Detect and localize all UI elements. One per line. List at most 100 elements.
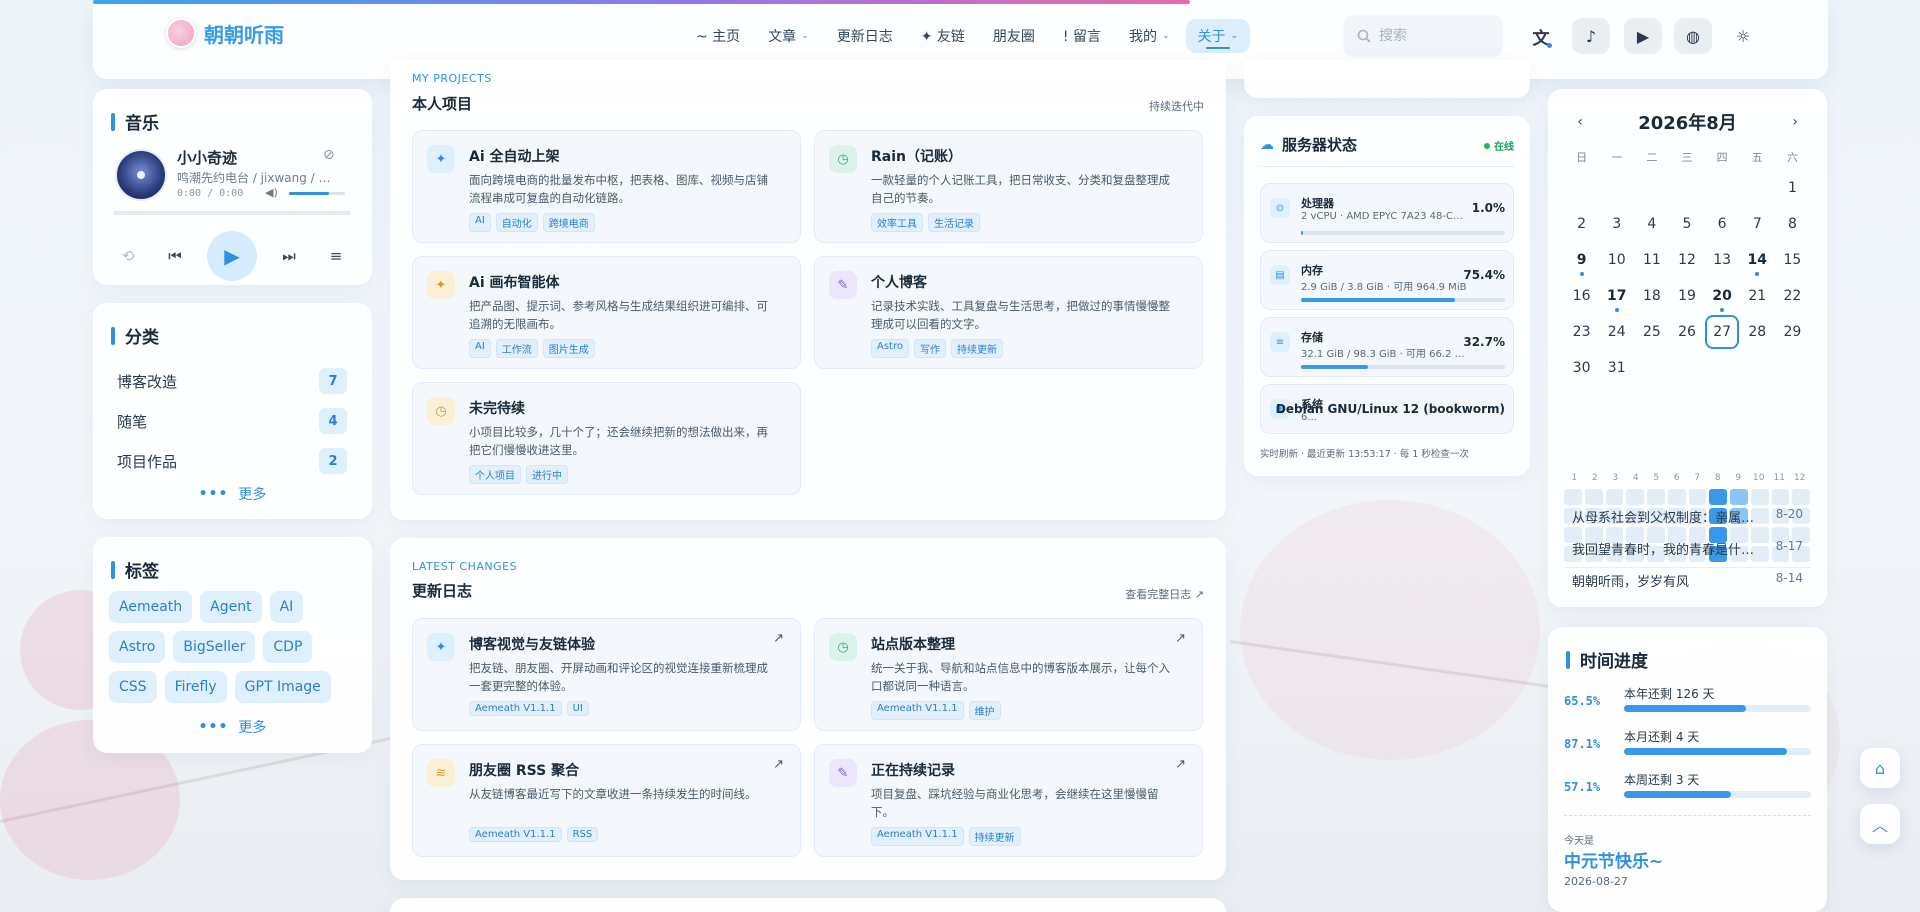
site-logo[interactable]: 朝朝听雨 <box>166 18 284 48</box>
tag-chip[interactable]: Firefly <box>164 671 227 703</box>
calendar-day[interactable]: 26 <box>1669 315 1704 351</box>
search-box[interactable] <box>1343 15 1503 57</box>
tag-chip[interactable]: Agent <box>200 591 262 623</box>
tag-chip[interactable]: BigSeller <box>173 631 256 663</box>
volume-slider[interactable] <box>289 192 345 195</box>
calendar-weekday: 日 <box>1576 151 1588 164</box>
calendar-day[interactable]: 4 <box>1634 207 1669 243</box>
search-input[interactable] <box>1379 28 1479 44</box>
project-tag: 效率工具 <box>871 213 923 232</box>
changelog-entry[interactable]: ✎ 正在持续记录 项目复盘、踩坑经验与商业化思考，会继续在这里慢慢留下。 Aem… <box>814 744 1203 857</box>
project-card[interactable]: ✎ 个人博客 记录技术实践、工具复盘与生活思考，把做过的事情慢慢整理成可以回看的… <box>814 256 1203 369</box>
album-cover[interactable] <box>115 149 167 201</box>
calendar-day[interactable]: 3 <box>1599 207 1634 243</box>
chevron-right-icon[interactable]: › <box>1783 114 1807 130</box>
calendar-day[interactable]: 25 <box>1634 315 1669 351</box>
play-toggle-button[interactable]: ▶ <box>1624 18 1662 54</box>
calendar-day[interactable]: 10 <box>1599 243 1634 279</box>
previous-button[interactable]: ⏮ <box>160 241 190 271</box>
category-item[interactable]: 博客改造 7 <box>117 361 347 401</box>
category-item[interactable]: 随笔 4 <box>117 401 347 441</box>
calendar-day[interactable]: 20 <box>1705 279 1740 315</box>
repeat-button[interactable]: ⟲ <box>113 241 143 271</box>
project-card[interactable]: ◷ Rain（记账） 一款轻量的个人记账工具，把日常收支、分类和复盘整理成自己的… <box>814 130 1203 243</box>
project-tags: Astro 写作 持续更新 <box>871 339 1003 358</box>
play-button[interactable]: ▶ <box>207 231 257 281</box>
calendar-day[interactable]: 11 <box>1634 243 1669 279</box>
more-label: 更多 <box>238 720 267 736</box>
nav-item-friends[interactable]: ✦ 友链 <box>909 19 977 53</box>
tag-chip[interactable]: Aemeath <box>109 591 193 623</box>
project-card[interactable]: ✦ Ai 全自动上架 面向跨境电商的批量发布中枢，把表格、图库、视频与店铺流程串… <box>412 130 801 243</box>
volume-icon[interactable]: ◀) <box>265 186 278 199</box>
project-tag: AI <box>469 339 491 358</box>
category-count: 7 <box>319 368 347 394</box>
track-progress-bar[interactable] <box>113 211 351 215</box>
project-card[interactable]: ✦ Ai 画布智能体 把产品图、提示词、参考风格与生成结果组织进可编排、可追溯的… <box>412 256 801 369</box>
back-to-top-button[interactable]: ︿ <box>1860 804 1900 844</box>
server-storage-row: ≡ 存储 32.1 GiB / 98.3 GiB · 可用 66.2 GiB 3… <box>1260 317 1514 377</box>
calendar-day[interactable]: 24 <box>1599 315 1634 351</box>
calendar-day[interactable]: 9 <box>1564 243 1599 279</box>
calendar-day[interactable]: 30 <box>1564 351 1599 387</box>
calendar-day[interactable]: 19 <box>1669 279 1704 315</box>
project-tag: 图片生成 <box>542 339 595 358</box>
history-icon: ◷ <box>829 633 857 661</box>
calendar-day[interactable]: 7 <box>1740 207 1775 243</box>
changelog-entry[interactable]: ≋ 朋友圈 RSS 聚合 从友链博客最近写下的文章收进一条持续发生的时间线。 A… <box>412 744 801 857</box>
calendar-day[interactable]: 14 <box>1740 243 1775 279</box>
category-more-link[interactable]: ••• 更多 <box>93 484 372 504</box>
next-button[interactable]: ⏭ <box>274 241 304 271</box>
nav-item-moments[interactable]: 朋友圈 <box>981 19 1047 53</box>
music-toggle-button[interactable]: ♪ <box>1572 18 1610 54</box>
calendar-day[interactable]: 16 <box>1564 279 1599 315</box>
hide-cover-icon[interactable]: ⊘ <box>323 147 335 163</box>
calendar-day[interactable]: 22 <box>1775 279 1810 315</box>
nav-item-articles[interactable]: 文章 ⌄ <box>756 19 821 53</box>
calendar-day[interactable]: 29 <box>1775 315 1810 351</box>
tag-chip[interactable]: GPT Image <box>234 671 331 703</box>
theme-palette-button[interactable]: ◍ <box>1674 18 1712 54</box>
progress-fill <box>1624 748 1787 755</box>
calendar-day[interactable]: 17 <box>1599 279 1634 315</box>
nav-item-mine[interactable]: 我的 ⌄ <box>1117 19 1182 53</box>
nav-item-changelog[interactable]: 更新日志 <box>825 19 905 53</box>
calendar-day[interactable]: 28 <box>1740 315 1775 351</box>
project-tag: 写作 <box>913 339 946 358</box>
tag-chip[interactable]: Astro <box>109 631 166 663</box>
tag-more-link[interactable]: ••• 更多 <box>93 717 372 737</box>
project-card[interactable]: ◷ 未完待续 小项目比较多，几十个了；还会继续把新的想法做出来，再把它们慢慢收进… <box>412 382 801 495</box>
translate-button[interactable]: 文 <box>1522 18 1560 54</box>
recent-post-item[interactable]: 我回望青春时，我的青春是什么样子 8-17 <box>1572 539 1803 558</box>
playlist-button[interactable]: ≡ <box>321 241 351 271</box>
calendar-day[interactable]: 6 <box>1705 207 1740 243</box>
calendar-day[interactable]: 21 <box>1740 279 1775 315</box>
changelog-full-link[interactable]: 查看完整日志 ↗ <box>1125 586 1204 602</box>
home-float-button[interactable]: ⌂ <box>1860 748 1900 788</box>
recent-post-item[interactable]: 从母系社会到父权制度：亲属与权力的变迁 8-20 <box>1572 507 1803 526</box>
tag-chip[interactable]: AI <box>269 591 304 623</box>
nav-item-guestbook[interactable]: ! 留言 <box>1051 19 1113 53</box>
calendar-day[interactable]: 15 <box>1775 243 1810 279</box>
calendar-day[interactable]: 31 <box>1599 351 1634 387</box>
tag-chip[interactable]: CDP <box>263 631 313 663</box>
calendar-day[interactable]: 12 <box>1669 243 1704 279</box>
tag-chip[interactable]: CSS <box>109 671 157 703</box>
calendar-day[interactable]: 5 <box>1669 207 1704 243</box>
calendar-day[interactable]: 13 <box>1705 243 1740 279</box>
calendar-today[interactable]: 27 <box>1705 315 1740 351</box>
calendar-day[interactable]: 1 <box>1775 171 1810 207</box>
nav-item-home[interactable]: ~ 主页 <box>684 19 752 53</box>
server-metric-name: 内存 <box>1301 264 1323 277</box>
chevron-left-icon[interactable]: ‹ <box>1568 114 1592 130</box>
calendar-day[interactable]: 2 <box>1564 207 1599 243</box>
calendar-day[interactable]: 23 <box>1564 315 1599 351</box>
calendar-day[interactable]: 18 <box>1634 279 1669 315</box>
light-mode-button[interactable]: ☼ <box>1724 18 1762 54</box>
changelog-entry[interactable]: ◷ 站点版本整理 统一关于我、导航和站点信息中的博客版本展示，让每个入口都说同一… <box>814 618 1203 731</box>
changelog-entry[interactable]: ✦ 博客视觉与友链体验 把友链、朋友圈、开屏动画和评论区的视觉连接重新梳理成一套… <box>412 618 801 731</box>
calendar-day[interactable]: 8 <box>1775 207 1810 243</box>
nav-item-about[interactable]: 关于 ⌄ <box>1185 19 1251 53</box>
recent-post-item[interactable]: 朝朝听雨，岁岁有风 8-14 <box>1572 571 1803 590</box>
category-item[interactable]: 项目作品 2 <box>117 441 347 481</box>
